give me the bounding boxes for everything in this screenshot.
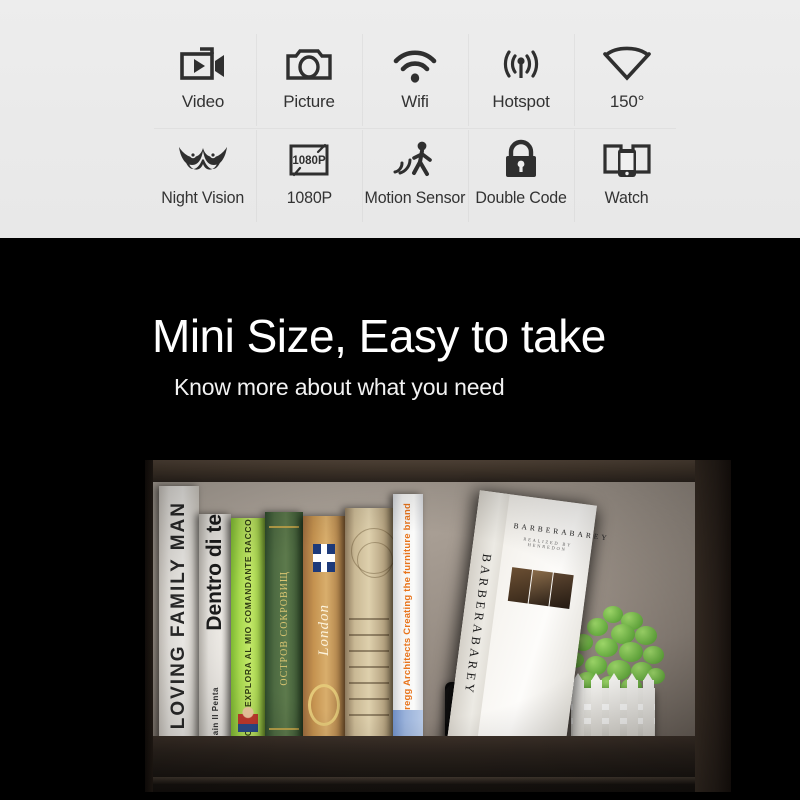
feature-item-motion-sensor[interactable]: Motion Sensor <box>362 128 468 224</box>
union-jack-motif <box>313 544 335 572</box>
book-loving-family-man: LOVING FAMILY MAN <box>159 486 199 744</box>
feature-label: Motion Sensor <box>364 189 466 207</box>
feature-label: Night Vision <box>161 189 245 207</box>
feature-icon-panel: Video Picture Wifi Hotspot 150° Night Vi… <box>0 0 800 238</box>
product-lifestyle-photo: LOVING FAMILY MAN Dentro di te Alain II … <box>145 460 731 792</box>
shelf-frame-left <box>145 460 153 792</box>
feature-label: 150° <box>609 92 645 111</box>
two-phones-watch-icon <box>600 132 654 188</box>
book-spine-text: London <box>315 604 332 656</box>
book-spine-text: Dentro di te <box>203 514 226 631</box>
feature-label: Picture <box>283 92 335 111</box>
map-script-line <box>349 682 389 684</box>
book-spine-text: ОСТРОВ СОКРОВИЩ <box>278 570 290 686</box>
book-green-explorer: A QUI TOCCA COLA EXPLORA AL MIO COMANDAN… <box>231 518 265 744</box>
walking-person-motion-icon <box>389 132 441 188</box>
feature-label: Video <box>181 92 225 111</box>
book-london: London <box>303 516 345 744</box>
svg-text:1080P: 1080P <box>292 155 326 167</box>
feature-item-night-vision[interactable]: Night Vision <box>150 128 256 224</box>
feature-label: 1080P <box>286 189 332 207</box>
feature-label: Double Code <box>475 189 567 207</box>
book-cover-photo-strip <box>507 567 574 609</box>
map-script-line <box>349 618 389 620</box>
feature-item-picture[interactable]: Picture <box>256 32 362 128</box>
feature-item-double-code[interactable]: Double Code <box>468 128 574 224</box>
padlock-icon <box>498 132 544 188</box>
cover-photo-tile <box>549 572 574 609</box>
book-anderegg-architects: Anderegg Architects Creating the furnitu… <box>393 494 423 744</box>
feature-item-1080p[interactable]: 1080P 1080P <box>256 128 362 224</box>
map-script-line <box>349 698 389 700</box>
page-subtitle: Know more about what you need <box>174 374 505 400</box>
page-title: Mini Size, Easy to take <box>152 309 606 362</box>
product-detail-page: Video Picture Wifi Hotspot 150° Night Vi… <box>0 0 800 800</box>
map-script-line <box>349 666 389 668</box>
feature-label: Hotspot <box>492 92 550 111</box>
feature-item-150-degrees[interactable]: 150° <box>574 32 680 128</box>
shelf-frame-top <box>145 460 731 482</box>
decorative-band <box>269 728 299 730</box>
book-dentro-di-te: Dentro di te Alain II Penta <box>199 514 231 744</box>
hero-text-block: Mini Size, Easy to take Know more about … <box>0 238 800 438</box>
map-script-line <box>349 714 389 716</box>
book-spine-text: Anderegg Architects Creating the furnitu… <box>402 503 413 735</box>
video-camera-icon <box>178 36 228 92</box>
shelf-frame-right <box>695 460 731 792</box>
book-green-cloth: ОСТРОВ СОКРОВИЩ <box>265 512 303 744</box>
feature-grid: Video Picture Wifi Hotspot 150° Night Vi… <box>150 32 680 224</box>
photo-camera-icon <box>284 36 334 92</box>
wifi-icon <box>390 36 440 92</box>
wide-angle-lens-icon <box>600 36 654 92</box>
hotspot-antenna-icon <box>495 36 547 92</box>
feature-label: Watch <box>605 189 649 207</box>
book-map-paper <box>345 508 393 744</box>
book-cover-illustration <box>238 706 258 732</box>
map-arc <box>357 542 393 578</box>
book-spine-text: LOVING FAMILY MAN <box>168 500 189 730</box>
map-script-line <box>349 634 389 636</box>
decorative-band <box>269 526 299 528</box>
feature-item-watch[interactable]: Watch <box>574 128 680 224</box>
shelf-front-edge <box>149 777 731 784</box>
decorative-oval <box>308 684 340 726</box>
feature-label: Wifi <box>401 92 429 111</box>
feature-item-wifi[interactable]: Wifi <box>362 32 468 128</box>
photo-scene: LOVING FAMILY MAN Dentro di te Alain II … <box>145 460 731 792</box>
owl-eyes-night-vision-icon <box>175 132 231 188</box>
feature-item-hotspot[interactable]: Hotspot <box>468 32 574 128</box>
feature-item-video[interactable]: Video <box>150 32 256 128</box>
map-script-line <box>349 650 389 652</box>
screen-1080p-icon: 1080P <box>284 132 334 188</box>
